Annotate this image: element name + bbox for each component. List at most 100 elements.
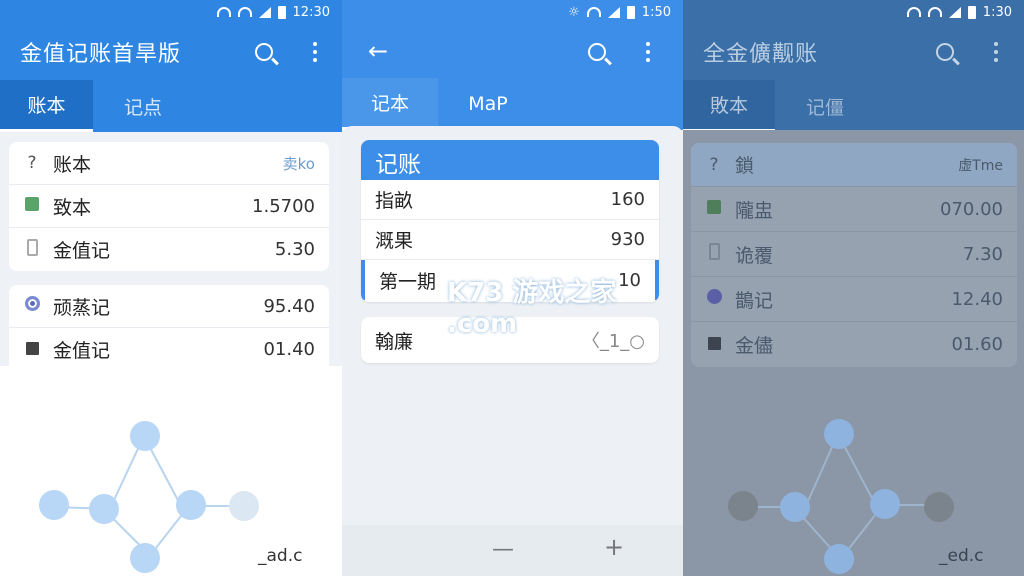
- wifi-icon: [927, 7, 942, 17]
- graph-node: [229, 491, 259, 521]
- item-value: 12.40: [951, 288, 1003, 310]
- search-icon[interactable]: [931, 38, 959, 66]
- flag-icon: [23, 340, 41, 360]
- item-label: 隴盅: [735, 199, 774, 222]
- status-time: 12:30: [292, 4, 330, 20]
- status-bar: 12:30: [0, 0, 342, 24]
- add-button[interactable]: +: [604, 533, 624, 561]
- list-item[interactable]: 金儘 01.60: [691, 322, 1017, 367]
- graph-node: [39, 490, 69, 520]
- question-icon: ?: [27, 153, 37, 173]
- graph-node: [728, 491, 758, 521]
- item-label: 金值记: [53, 340, 111, 362]
- item-value: 930: [610, 229, 645, 250]
- summary-card: ? 账本 卖ko 致本 1.5700 金值记 5.30: [9, 142, 329, 271]
- flag-icon: [705, 199, 723, 219]
- graph-node: [130, 421, 160, 451]
- flag-icon: [705, 335, 723, 355]
- graph-node: [89, 494, 119, 524]
- list-item[interactable]: 顽蒸记 95.40: [9, 285, 329, 328]
- tab-notes[interactable]: 记僵: [775, 80, 875, 132]
- screen-1: 12:30 金值记账首旱版 账本 记点 ? 账本 卖ko 致本 1.5700 金…: [0, 0, 342, 576]
- tab-notes[interactable]: 记点: [93, 80, 193, 132]
- more-icon[interactable]: [634, 38, 662, 66]
- graph-node: [924, 492, 954, 522]
- graph-area: _ed.c: [683, 380, 1024, 576]
- tab-bar: 记本 MaP: [342, 78, 683, 130]
- back-arrow-icon[interactable]: ←: [364, 37, 392, 65]
- bottom-bar: — +: [342, 525, 683, 576]
- document-icon: [705, 243, 723, 265]
- graph-node: [824, 419, 854, 449]
- radio-icon: [705, 289, 723, 309]
- list-item[interactable]: 隴盅 070.00: [691, 187, 1017, 232]
- item-label: 金值记: [53, 240, 111, 262]
- tab-bar: 账本 记点: [0, 80, 342, 132]
- list-item[interactable]: 金值记 01.40: [9, 328, 329, 371]
- signal-icon: [607, 6, 620, 18]
- item-label: 金儘: [735, 335, 774, 357]
- document-icon: [23, 238, 41, 261]
- graph-area: _ad.c: [0, 366, 342, 576]
- list-item[interactable]: 溉果 930: [361, 220, 659, 260]
- app-bar: 全金儣觏账: [683, 24, 1024, 80]
- wifi-icon: [906, 7, 921, 17]
- detail-card: 顽蒸记 95.40 金值记 01.40: [9, 285, 329, 371]
- tab-ledger[interactable]: 敗本: [683, 80, 775, 132]
- graph-node: [130, 543, 160, 573]
- search-icon[interactable]: [250, 38, 278, 66]
- tab-record[interactable]: 记本: [342, 78, 438, 130]
- list-item[interactable]: 诡覆 7.30: [691, 232, 1017, 277]
- screen-2: ☼ 1:50 ← 记本 MaP 记账 指畝 160 溉果 930 第一期 10 …: [342, 0, 683, 576]
- item-value: 1.5700: [252, 195, 315, 217]
- signal-icon: [258, 6, 271, 18]
- item-label: 顽蒸记: [53, 296, 111, 319]
- item-value: 卖ko: [282, 154, 315, 173]
- question-icon: ?: [709, 154, 719, 175]
- item-value: 01.40: [263, 339, 315, 360]
- app-title: 全金儣觏账: [703, 42, 819, 67]
- list-item[interactable]: ? 账本 卖ko: [9, 142, 329, 185]
- status-bar: ☼ 1:50: [342, 0, 683, 24]
- tab-bar: 敗本 记僵: [683, 80, 1024, 132]
- more-icon[interactable]: [301, 38, 329, 66]
- status-bar: 1:30: [683, 0, 1024, 24]
- list-item[interactable]: 指畝 160: [361, 180, 659, 220]
- search-icon[interactable]: [583, 38, 611, 66]
- status-time: 1:30: [982, 4, 1012, 20]
- tab-ledger[interactable]: 账本: [0, 80, 93, 132]
- graph-node: [824, 544, 854, 574]
- footer-label: _ad.c: [258, 546, 303, 566]
- graph-node: [780, 492, 810, 522]
- battery-icon: [277, 5, 286, 19]
- item-value: 虚Tme: [958, 157, 1003, 174]
- battery-icon: [626, 5, 635, 19]
- app-title: 金值记账首旱版: [20, 42, 182, 67]
- radio-icon: [23, 296, 41, 316]
- item-label: 账本: [53, 153, 92, 176]
- screen-3: 1:30 全金儣觏账 敗本 记僵 ? 鎖 虚Tme 隴盅 070.00 诡覆 7…: [683, 0, 1024, 576]
- list-item[interactable]: ? 鎖 虚Tme: [691, 143, 1017, 187]
- item-label: 指畝: [375, 190, 414, 212]
- list-item[interactable]: 金值记 5.30: [9, 228, 329, 271]
- watermark: K73 游戏之家 .com: [447, 278, 617, 339]
- item-label: 诡覆: [735, 244, 774, 267]
- item-value: 01.60: [951, 334, 1003, 355]
- app-bar: 金值记账首旱版: [0, 24, 342, 80]
- wifi-icon: [216, 7, 231, 17]
- list-item[interactable]: 致本 1.5700: [9, 185, 329, 228]
- item-value: 160: [610, 189, 645, 210]
- tab-map[interactable]: MaP: [438, 78, 538, 130]
- wifi-icon: [586, 7, 601, 17]
- wifi-icon: [237, 7, 252, 17]
- minus-button[interactable]: —: [492, 537, 514, 562]
- item-value: 5.30: [274, 239, 315, 260]
- list-item[interactable]: 鵲记 12.40: [691, 277, 1017, 322]
- item-label: 溉果: [375, 230, 414, 252]
- item-label: 致本: [53, 196, 92, 219]
- section-title: 记账: [361, 140, 659, 180]
- battery-icon: [967, 5, 976, 19]
- status-time: 1:50: [641, 4, 671, 20]
- item-value: 7.30: [962, 243, 1003, 265]
- more-icon[interactable]: [982, 38, 1010, 66]
